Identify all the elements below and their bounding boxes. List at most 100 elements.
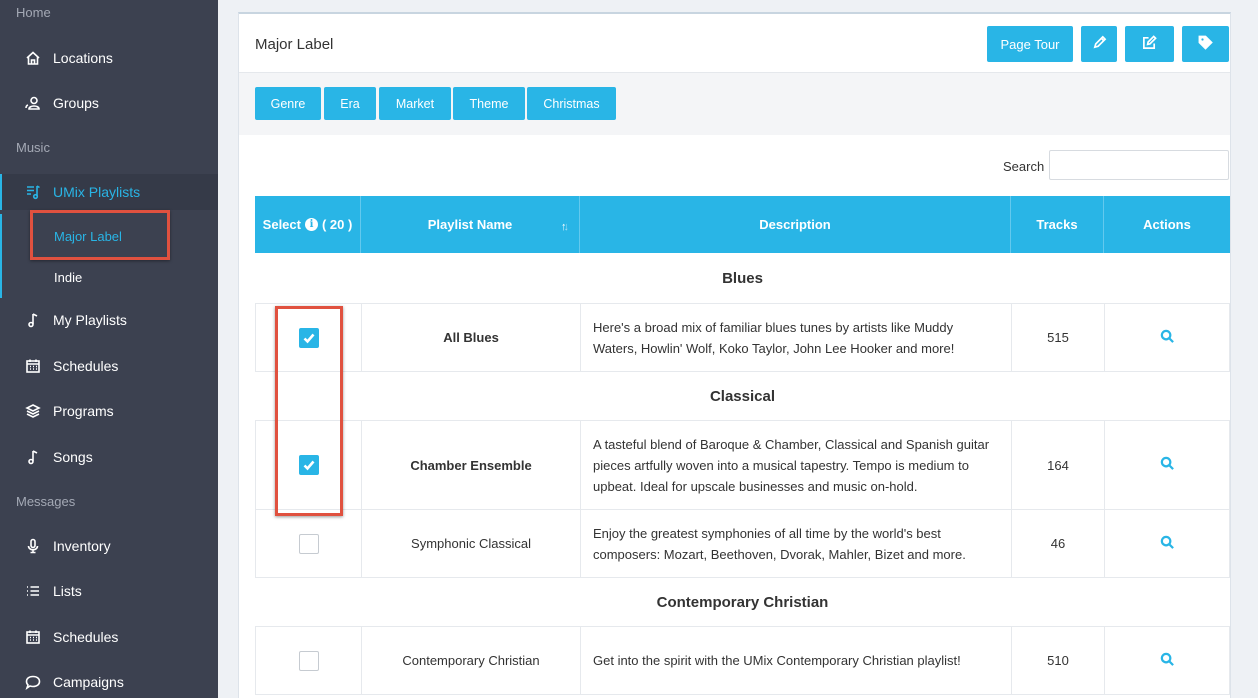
filter-market-button[interactable]: Market — [379, 87, 451, 120]
playlist-description: Enjoy the greatest symphonies of all tim… — [581, 510, 1012, 577]
sidebar-item-label: Songs — [53, 449, 93, 465]
sidebar-item-campaigns[interactable]: Campaigns — [0, 664, 218, 698]
sidebar-item-label: My Playlists — [53, 312, 127, 328]
sidebar-item-groups[interactable]: Groups — [0, 85, 218, 121]
select-header-label: Select — [262, 217, 301, 232]
sidebar-item-label: Locations — [53, 50, 113, 66]
filter-christmas-button[interactable]: Christmas — [527, 87, 616, 120]
group-title: Classical — [709, 388, 776, 405]
tag-icon — [1198, 35, 1213, 53]
main-panel: Major Label Page Tour Genre Era Market T… — [238, 12, 1231, 698]
filter-era-button[interactable]: Era — [324, 87, 376, 120]
sidebar-item-my-playlists[interactable]: My Playlists — [0, 302, 218, 338]
search-icon[interactable] — [1160, 535, 1175, 553]
sidebar-item-songs[interactable]: Songs — [0, 439, 218, 475]
sidebar-item-label: Groups — [53, 95, 99, 111]
playlist-description: Here's a broad mix of familiar blues tun… — [581, 304, 1012, 371]
sidebar-item-label: Programs — [53, 403, 114, 419]
sidebar: Home Locations Groups Music UMix Playlis… — [0, 0, 218, 698]
pencil-button[interactable] — [1081, 26, 1117, 62]
section-home: Home — [16, 5, 51, 20]
calendar-icon — [24, 357, 42, 375]
sidebar-item-inventory[interactable]: Inventory — [0, 528, 218, 564]
select-column-header[interactable]: Select i ( 20 ) — [255, 196, 361, 253]
playlist-name: Contemporary Christian — [362, 627, 581, 694]
playlist-name: All Blues — [362, 304, 581, 371]
playlist-description: A tasteful blend of Baroque & Chamber, C… — [581, 421, 1012, 509]
page-tour-button[interactable]: Page Tour — [987, 26, 1073, 62]
list-icon — [24, 582, 42, 600]
filter-genre-button[interactable]: Genre — [255, 87, 321, 120]
view-action[interactable] — [1105, 510, 1229, 577]
row-checkbox[interactable] — [298, 650, 319, 671]
description-column-header: Description — [580, 196, 1011, 253]
sidebar-item-label: UMix Playlists — [53, 184, 141, 200]
highlight-box — [275, 306, 343, 516]
playlist-icon — [24, 183, 42, 201]
tag-button[interactable] — [1182, 26, 1229, 62]
sidebar-item-label: Lists — [53, 583, 82, 599]
row-checkbox[interactable] — [298, 533, 319, 554]
layers-icon — [24, 402, 42, 420]
table-row: Chamber Ensemble A tasteful blend of Bar… — [255, 420, 1230, 510]
highlight-box — [30, 210, 170, 260]
select-count: ( 20 ) — [321, 217, 353, 232]
search-label: Search — [1003, 159, 1045, 174]
calendar-icon — [24, 628, 42, 646]
sidebar-item-locations[interactable]: Locations — [0, 40, 218, 76]
sidebar-item-umix-playlists[interactable]: UMix Playlists — [0, 174, 218, 210]
table-row: Symphonic Classical Enjoy the greatest s… — [255, 509, 1230, 578]
page-title: Major Label — [255, 36, 334, 53]
edit-button[interactable] — [1125, 26, 1174, 62]
table-row: All Blues Here's a broad mix of familiar… — [255, 303, 1230, 372]
group-title: Contemporary Christian — [656, 594, 829, 611]
playlist-name: Chamber Ensemble — [362, 421, 581, 509]
playlist-name: Symphonic Classical — [362, 510, 581, 577]
filter-theme-button[interactable]: Theme — [453, 87, 525, 120]
search-input[interactable] — [1049, 150, 1229, 180]
music-note-icon — [24, 448, 42, 466]
track-count: 510 — [1012, 627, 1105, 694]
panel-header: Major Label Page Tour — [239, 14, 1230, 73]
playlist-name-column-header[interactable]: Playlist Name ↑↓ — [361, 196, 580, 253]
filter-bar: Genre Era Market Theme Christmas — [239, 73, 1230, 135]
sidebar-item-label: Inventory — [53, 538, 111, 554]
search-icon[interactable] — [1160, 329, 1175, 347]
groups-icon — [24, 94, 42, 112]
view-action[interactable] — [1105, 627, 1229, 694]
sidebar-item-label: Schedules — [53, 629, 119, 645]
group-title: Blues — [722, 270, 763, 287]
sidebar-item-lists[interactable]: Lists — [0, 573, 218, 609]
microphone-icon — [24, 537, 42, 555]
actions-column-header: Actions — [1143, 217, 1191, 232]
sidebar-item-label: Schedules — [53, 358, 119, 374]
sidebar-item-label: Campaigns — [53, 674, 124, 690]
section-messages: Messages — [16, 494, 76, 509]
music-note-icon — [24, 311, 42, 329]
select-cell — [256, 510, 362, 577]
playlist-description: Get into the spirit with the UMix Contem… — [581, 627, 1012, 694]
name-header-label: Playlist Name — [427, 217, 513, 232]
sidebar-item-programs[interactable]: Programs — [0, 393, 218, 429]
section-music: Music — [16, 140, 50, 155]
sidebar-subitem-indie[interactable]: Indie — [54, 270, 82, 285]
tracks-column-header: Tracks — [1011, 196, 1104, 253]
view-action[interactable] — [1105, 421, 1229, 509]
track-count: 164 — [1012, 421, 1105, 509]
edit-icon — [1142, 35, 1157, 53]
sidebar-item-schedules-messages[interactable]: Schedules — [0, 619, 218, 655]
sidebar-item-schedules[interactable]: Schedules — [0, 348, 218, 384]
search-icon[interactable] — [1160, 652, 1175, 670]
sort-icon: ↑↓ — [561, 221, 569, 233]
pencil-icon — [1092, 35, 1107, 53]
info-icon: i — [304, 218, 318, 231]
view-action[interactable] — [1105, 304, 1229, 371]
track-count: 515 — [1012, 304, 1105, 371]
track-count: 46 — [1012, 510, 1105, 577]
home-icon — [24, 49, 42, 67]
search-icon[interactable] — [1160, 456, 1175, 474]
select-cell — [256, 627, 362, 694]
chat-icon — [24, 673, 42, 691]
table-header: Select i ( 20 ) Playlist Name ↑↓ Descrip… — [255, 196, 1230, 253]
table-row: Contemporary Christian Get into the spir… — [255, 626, 1230, 695]
